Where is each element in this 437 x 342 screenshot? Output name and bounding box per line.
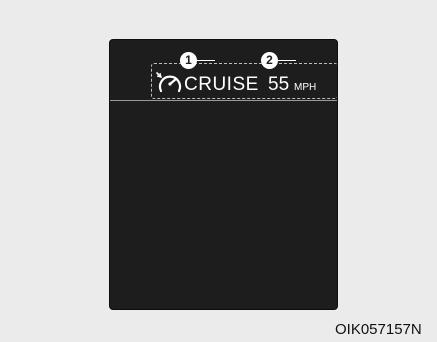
callout-marker-1: 1: [180, 52, 197, 69]
speed-unit: MPH: [294, 82, 317, 93]
callout-leader-1: [197, 60, 215, 61]
cruise-label: CRUISE: [184, 74, 259, 95]
figure-code: OIK057157N: [335, 321, 422, 338]
callout-leader-2: [278, 60, 296, 61]
header-divider: [110, 100, 337, 101]
callout-marker-2: 2: [261, 52, 278, 69]
cruise-control-icon: [156, 72, 182, 93]
set-speed-value: 55: [268, 74, 290, 95]
cluster-display: CRUISE 55 MPH 1 2: [109, 39, 338, 310]
